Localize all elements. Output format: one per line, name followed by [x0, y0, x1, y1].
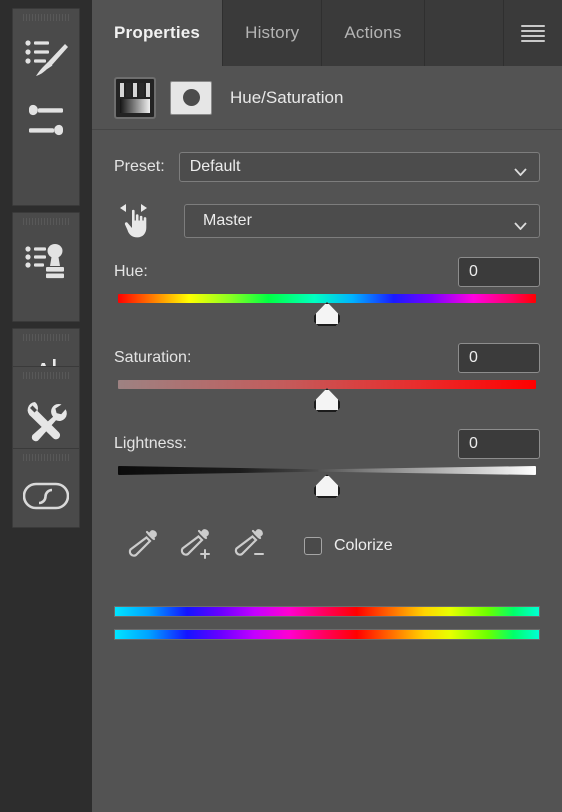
hue-gradient-track[interactable]: [118, 294, 536, 303]
saturation-label: Saturation:: [114, 349, 192, 366]
sample-tools-row: Colorize: [114, 526, 540, 566]
rail-item-brush-settings[interactable]: [13, 89, 79, 153]
slider-saturation: Saturation: 0: [114, 342, 540, 414]
lightness-gradient-track-dark[interactable]: [118, 466, 323, 475]
eyedropper-icon[interactable]: [114, 526, 168, 566]
properties-body: Preset: Default Master Hue: 0 Saturation…: [92, 130, 562, 812]
rail-item-brushes[interactable]: [13, 25, 79, 89]
rail-group-drag-handle[interactable]: [13, 329, 79, 345]
tool-presets-icon: [23, 398, 69, 444]
preset-select[interactable]: Default: [178, 152, 540, 182]
lightness-value-input[interactable]: 0: [458, 429, 540, 459]
lightness-gradient-track-light[interactable]: [318, 466, 536, 475]
properties-panel: Properties History Actions Hue/Saturatio…: [92, 0, 562, 812]
tab-strip-filler: [425, 0, 504, 66]
tab-properties[interactable]: Properties: [92, 0, 224, 66]
tab-actions[interactable]: Actions: [322, 0, 425, 66]
color-range-value: Master: [203, 212, 252, 229]
saturation-value-input[interactable]: 0: [458, 343, 540, 373]
saturation-gradient-track[interactable]: [118, 380, 536, 389]
slider-hue-header: Hue: 0: [114, 256, 540, 288]
slider-hue: Hue: 0: [114, 256, 540, 328]
hue-saturation-adjustment-icon[interactable]: [114, 76, 156, 119]
preset-label: Preset:: [114, 158, 165, 175]
creative-cloud-libraries-icon: [23, 479, 69, 513]
page-title: Hue/Saturation: [230, 87, 344, 107]
rail-group-drag-handle[interactable]: [13, 367, 79, 383]
input-hue-bar: [114, 606, 540, 617]
eyedropper-plus-icon[interactable]: [168, 526, 222, 566]
photoshop-properties-window: A: [0, 0, 562, 812]
saturation-track-wrap[interactable]: [114, 380, 540, 414]
rail-group-libraries: [12, 448, 80, 528]
panel-tab-strip: Properties History Actions: [92, 0, 562, 66]
panel-menu-button[interactable]: [504, 0, 562, 66]
color-range-select[interactable]: Master: [184, 204, 540, 238]
hue-label: Hue:: [114, 263, 148, 280]
colorize-checkbox-row[interactable]: Colorize: [304, 537, 393, 555]
lightness-label: Lightness:: [114, 435, 187, 452]
rail-group-clone: [12, 212, 80, 322]
hamburger-menu-icon: [521, 24, 545, 42]
preset-row: Preset: Default: [114, 152, 540, 182]
hue-slider-thumb[interactable]: [314, 302, 340, 326]
rail-group-brush: [12, 8, 80, 206]
lightness-track-wrap[interactable]: [114, 466, 540, 500]
chevron-down-icon: [514, 217, 527, 231]
saturation-slider-thumb[interactable]: [314, 388, 340, 412]
mask-dot: [182, 89, 200, 106]
slider-lightness: Lightness: 0: [114, 428, 540, 500]
rail-group-drag-handle[interactable]: [13, 9, 79, 25]
range-row: Master: [114, 200, 540, 242]
collapsed-panel-icon-rail: A: [0, 0, 92, 812]
hue-reference-bars: [114, 606, 540, 640]
tab-history[interactable]: History: [223, 0, 323, 66]
colorize-label: Colorize: [334, 537, 393, 554]
rail-group-drag-handle[interactable]: [13, 213, 79, 229]
slider-lightness-header: Lightness: 0: [114, 428, 540, 460]
clone-source-icon: [23, 241, 69, 281]
on-image-adjustment-hand-icon[interactable]: [114, 200, 162, 242]
rail-item-clone-source[interactable]: [13, 229, 79, 293]
adjustment-title-row: Hue/Saturation: [92, 66, 562, 130]
layer-mask-thumbnail-icon[interactable]: [170, 80, 212, 115]
hue-value-input[interactable]: 0: [458, 257, 540, 287]
hue-track-wrap[interactable]: [114, 294, 540, 328]
lightness-slider-thumb[interactable]: [314, 474, 340, 498]
output-hue-bar[interactable]: [114, 629, 540, 640]
chevron-down-icon: [514, 163, 527, 177]
slider-saturation-header: Saturation: 0: [114, 342, 540, 374]
brush-settings-icon: [23, 100, 69, 142]
rail-group-drag-handle[interactable]: [13, 449, 79, 465]
eyedropper-minus-icon[interactable]: [222, 526, 276, 566]
preset-value: Default: [189, 158, 241, 175]
rail-item-libraries[interactable]: [13, 465, 79, 527]
colorize-checkbox[interactable]: [304, 537, 322, 555]
brush-presets-icon: [23, 35, 69, 79]
